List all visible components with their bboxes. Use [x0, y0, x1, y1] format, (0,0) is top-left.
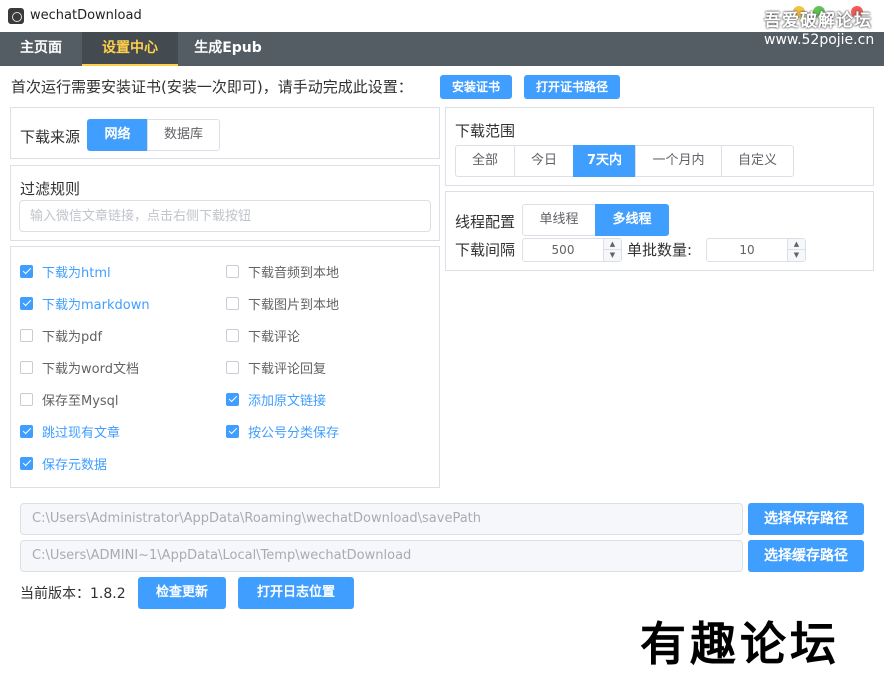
range-option-custom[interactable]: 自定义 — [721, 145, 794, 177]
option-checkbox[interactable]: 下载为pdf — [20, 325, 102, 345]
interval-label: 下载间隔 — [455, 241, 516, 259]
option-label: 下载评论回复 — [248, 361, 327, 377]
title-bar: wechatDownload 吾爱破解论坛 — [0, 0, 884, 32]
thread-option-multi[interactable]: 多线程 — [595, 204, 669, 236]
option-label: 下载为word文档 — [42, 361, 139, 377]
option-checkbox[interactable]: 添加原文链接 — [226, 389, 326, 409]
install-cert-button[interactable]: 安装证书 — [440, 75, 512, 99]
option-label: 下载为markdown — [42, 297, 150, 313]
range-option-7days[interactable]: 7天内 — [573, 145, 636, 177]
save-path-field[interactable]: C:\Users\Administrator\AppData\Roaming\w… — [20, 503, 743, 535]
range-option-all[interactable]: 全部 — [455, 145, 515, 177]
checkbox-checked-icon[interactable] — [226, 392, 239, 406]
checkbox-empty-icon[interactable] — [226, 360, 239, 374]
option-checkbox[interactable]: 保存元数据 — [20, 453, 107, 473]
checkbox-empty-icon[interactable] — [20, 360, 33, 374]
range-option-today[interactable]: 今日 — [514, 145, 574, 177]
watermark-url: www.52pojie.cn — [764, 32, 875, 48]
checkbox-empty-icon[interactable] — [226, 264, 239, 278]
option-label: 保存至Mysql — [42, 393, 119, 409]
option-label: 下载评论 — [248, 329, 301, 345]
cache-path-field[interactable]: C:\Users\ADMINI~1\AppData\Local\Temp\wec… — [20, 540, 743, 572]
option-label: 按公号分类保存 — [248, 425, 340, 441]
app-logo-icon — [8, 8, 24, 24]
thread-panel: 线程配置 单线程 多线程 下载间隔 500 ▲ ▼ 单批数量: 10 ▲ ▼ — [445, 191, 874, 271]
watermark-text: 吾爱破解论坛 — [764, 11, 872, 31]
thread-option-single[interactable]: 单线程 — [522, 204, 596, 236]
bottom-watermark: 有趣论坛 — [640, 617, 840, 671]
checkbox-checked-icon[interactable] — [20, 296, 33, 310]
source-label: 下载来源 — [20, 128, 81, 146]
option-label: 跳过现有文章 — [42, 425, 121, 441]
source-option-database[interactable]: 数据库 — [147, 119, 220, 151]
batch-stepper[interactable]: 10 ▲ ▼ — [706, 238, 806, 262]
open-log-button[interactable]: 打开日志位置 — [238, 577, 354, 609]
option-label: 保存元数据 — [42, 457, 108, 473]
option-checkbox[interactable]: 跳过现有文章 — [20, 421, 120, 441]
batch-label: 单批数量: — [627, 241, 693, 259]
choose-save-path-button[interactable]: 选择保存路径 — [748, 503, 864, 535]
interval-value: 500 — [551, 243, 575, 257]
menu-item-home[interactable]: 主页面 — [0, 32, 82, 66]
checkbox-checked-icon[interactable] — [20, 264, 33, 278]
option-checkbox[interactable]: 按公号分类保存 — [226, 421, 339, 441]
option-checkbox[interactable]: 下载为markdown — [20, 293, 150, 313]
option-checkbox[interactable]: 下载为html — [20, 261, 111, 281]
check-update-button[interactable]: 检查更新 — [138, 577, 226, 609]
choose-cache-path-button[interactable]: 选择缓存路径 — [748, 540, 864, 572]
cert-message: 首次运行需要安装证书(安装一次即可)，请手动完成此设置： — [11, 78, 413, 96]
version-label: 当前版本：1.8.2 — [20, 583, 126, 603]
source-option-network[interactable]: 网络 — [87, 119, 148, 151]
version-number: 1.8.2 — [90, 586, 126, 602]
option-checkbox[interactable]: 下载评论 — [226, 325, 300, 345]
option-label: 下载为html — [42, 265, 111, 281]
thread-label: 线程配置 — [455, 213, 516, 231]
option-checkbox[interactable]: 保存至Mysql — [20, 389, 119, 409]
range-option-month[interactable]: 一个月内 — [635, 145, 722, 177]
menu-item-epub[interactable]: 生成Epub — [178, 32, 278, 66]
option-checkbox[interactable]: 下载图片到本地 — [226, 293, 339, 313]
range-label: 下载范围 — [455, 122, 516, 140]
option-checkbox[interactable]: 下载为word文档 — [20, 357, 139, 377]
top-menu: 主页面 设置中心 生成Epub www.52pojie.cn — [0, 32, 884, 66]
menu-item-settings[interactable]: 设置中心 — [82, 32, 178, 66]
checkbox-empty-icon[interactable] — [226, 296, 239, 310]
open-cert-path-button[interactable]: 打开证书路径 — [524, 75, 620, 99]
source-selector: 网络 数据库 — [87, 119, 220, 151]
checkbox-empty-icon[interactable] — [20, 392, 33, 406]
checkbox-empty-icon[interactable] — [226, 328, 239, 342]
checkbox-checked-icon[interactable] — [20, 424, 33, 438]
window-title: wechatDownload — [30, 8, 142, 23]
interval-up-arrow-icon[interactable]: ▲ — [603, 239, 621, 250]
option-checkbox[interactable]: 下载评论回复 — [226, 357, 326, 377]
option-label: 添加原文链接 — [248, 393, 327, 409]
batch-value: 10 — [739, 243, 755, 257]
filter-input[interactable] — [19, 200, 431, 232]
option-label: 下载为pdf — [42, 329, 103, 345]
range-selector: 全部 今日 7天内 一个月内 自定义 — [455, 145, 794, 177]
filter-label: 过滤规则 — [20, 180, 81, 198]
interval-stepper[interactable]: 500 ▲ ▼ — [522, 238, 622, 262]
interval-down-arrow-icon[interactable]: ▼ — [603, 250, 621, 261]
source-panel: 下载来源 网络 数据库 — [10, 107, 440, 159]
version-label-text: 当前版本： — [20, 586, 90, 602]
option-label: 下载图片到本地 — [248, 297, 340, 313]
option-label: 下载音频到本地 — [248, 265, 340, 281]
checkbox-checked-icon[interactable] — [20, 456, 33, 470]
checkbox-empty-icon[interactable] — [20, 328, 33, 342]
batch-up-arrow-icon[interactable]: ▲ — [787, 239, 805, 250]
option-checkbox[interactable]: 下载音频到本地 — [226, 261, 339, 281]
checkbox-checked-icon[interactable] — [226, 424, 239, 438]
range-panel: 下载范围 全部 今日 7天内 一个月内 自定义 — [445, 107, 874, 186]
thread-selector: 单线程 多线程 — [522, 204, 669, 236]
batch-down-arrow-icon[interactable]: ▼ — [787, 250, 805, 261]
